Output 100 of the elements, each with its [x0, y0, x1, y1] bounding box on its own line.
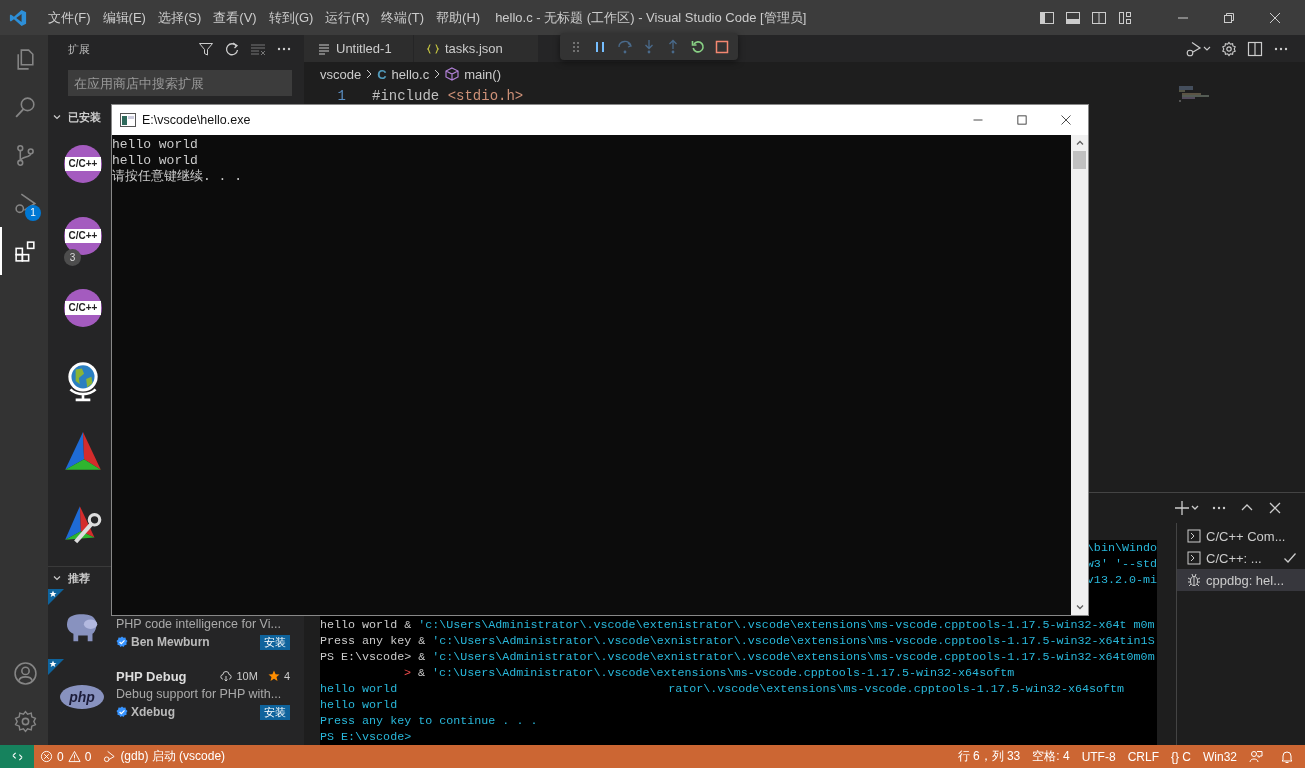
install-button[interactable]: 安装	[260, 634, 290, 650]
restart-icon[interactable]	[689, 38, 706, 55]
sidebar-title: 扩展	[68, 41, 90, 57]
customize-layout-icon[interactable]	[1117, 9, 1133, 26]
terminal-line: hello world	[320, 697, 398, 713]
scrollbar[interactable]	[1071, 135, 1088, 615]
scroll-down-icon[interactable]	[1074, 602, 1085, 612]
download-cloud-icon	[220, 670, 233, 682]
download-count: 10M	[236, 670, 258, 682]
menu-item[interactable]: 终端(T)	[375, 8, 431, 27]
line-number: 1	[336, 87, 346, 104]
close-icon[interactable]	[1267, 500, 1283, 516]
debug-icon	[103, 750, 117, 763]
toggle-sidebar-icon[interactable]	[1039, 9, 1055, 26]
count-badge: 1	[25, 205, 41, 221]
menu-item[interactable]: 转到(G)	[262, 8, 320, 27]
breadcrumb-item[interactable]: vscode	[320, 66, 362, 82]
terminal-tab[interactable]: C/C++ Com...	[1177, 525, 1305, 547]
line-ending-status[interactable]: CRLF	[1121, 749, 1165, 764]
scroll-up-icon[interactable]	[1074, 138, 1085, 148]
indentation-status[interactable]: 空格: 4	[1026, 748, 1076, 765]
debug-config-status[interactable]: (gdb) 启动 (vscode)	[97, 748, 232, 765]
tab-label: tasks.json	[445, 41, 503, 56]
php-logo: php	[60, 685, 104, 709]
settings-icon[interactable]	[1221, 40, 1237, 57]
terminal-icon	[1187, 551, 1201, 565]
cpp-logo: C/C++	[64, 145, 102, 183]
window-title: hello.c - 无标题 (工作区) - Visual Studio Code [管理员]	[495, 8, 807, 27]
breadcrumb-item[interactable]: main()	[464, 66, 501, 82]
star-icon	[267, 670, 280, 682]
breadcrumb-item[interactable]: hello.c	[391, 66, 430, 82]
console-title: E:\vscode\hello.exe	[142, 113, 251, 127]
cpp-logo: C/C++	[64, 289, 102, 327]
new-terminal-dropdown-icon[interactable]	[1175, 500, 1199, 516]
recommended-corner-icon	[48, 589, 64, 605]
remote-button[interactable]	[0, 745, 34, 768]
terminal-tab[interactable]: C/C++: ...	[1177, 547, 1305, 569]
extensions-icon	[12, 238, 38, 264]
menu-item[interactable]: 运行(R)	[319, 8, 376, 27]
chevron-right-icon	[365, 69, 374, 79]
encoding-status[interactable]: UTF-8	[1075, 749, 1122, 764]
menu-item[interactable]: 查看(V)	[207, 8, 263, 27]
bug-icon	[1187, 573, 1201, 587]
refresh-icon[interactable]	[224, 41, 240, 57]
publisher-name: Ben Mewburn	[131, 635, 210, 649]
terminal-line: hello world & 'c:\Users\Administrator\.vscode\extenistrator\.vscode\extensions\ms-vscode.cpptools-1.17.5-win32-x64t m0m	[320, 617, 1155, 633]
vscode-logo-icon	[9, 8, 27, 27]
menu-item[interactable]: 编辑(E)	[96, 8, 152, 27]
section-title[interactable]: 推荐	[68, 570, 90, 586]
stop-icon[interactable]	[713, 38, 730, 55]
toggle-secondary-sidebar-icon[interactable]	[1091, 9, 1107, 26]
extension-description: Debug support for PHP with...	[116, 686, 283, 703]
run-debug-dropdown-icon[interactable]	[1185, 40, 1211, 57]
text-file-icon	[318, 42, 330, 55]
platform-status[interactable]: Win32	[1197, 749, 1243, 764]
code-line: #include <stdio.h>	[372, 87, 524, 104]
console-line: 请按任意键继续. . .	[112, 169, 242, 185]
editor-tab[interactable]: Untitled-1	[304, 35, 414, 62]
feedback-icon[interactable]	[1249, 749, 1263, 764]
editor-tab[interactable]: tasks.json	[414, 35, 539, 62]
chevron-icon[interactable]	[52, 112, 62, 122]
problems-status[interactable]: 0 0	[34, 749, 98, 764]
publisher-name: Xdebug	[131, 705, 175, 719]
braces-icon	[427, 42, 439, 55]
section-title[interactable]: 已安装	[68, 109, 101, 125]
terminal-tab[interactable]: cppdbg: hel...	[1177, 569, 1305, 591]
account-icon[interactable]	[12, 660, 38, 686]
notification-bell-icon[interactable]	[1280, 749, 1294, 764]
remote-icon	[10, 750, 24, 763]
install-button[interactable]: 安装	[260, 704, 290, 720]
console-line: hello world	[112, 137, 198, 153]
search-field[interactable]: 在应用商店中搜索扩展	[68, 70, 292, 96]
count-badge: 3	[64, 249, 81, 266]
scroll-thumb[interactable]	[1073, 151, 1086, 169]
menu-item[interactable]: 文件(F)	[42, 8, 97, 27]
activity-item[interactable]: 1	[0, 179, 48, 227]
chevron-icon[interactable]	[52, 573, 62, 583]
extension-description: PHP code intelligence for Vi...	[116, 616, 282, 633]
language-status[interactable]: {} C	[1164, 749, 1197, 764]
menu-item[interactable]: 选择(S)	[151, 8, 208, 27]
error-icon	[40, 750, 53, 763]
clear-icon[interactable]	[250, 41, 266, 57]
split-editor-icon[interactable]	[1247, 40, 1263, 57]
close-icon[interactable]	[1060, 114, 1072, 126]
recommended-corner-icon	[48, 659, 64, 675]
console-app-icon	[120, 113, 136, 127]
menu-item[interactable]: 帮助(H)	[430, 8, 487, 27]
terminal-line: \bin\Windo	[1086, 540, 1157, 556]
warning-icon	[67, 750, 81, 763]
filter-icon[interactable]	[198, 41, 214, 57]
tab-label: Untitled-1	[336, 41, 392, 56]
terminal-line: > & 'c:\Users\Administrator\.vscode\extensions\ms-vscode.cpptools-1.17.5-win32-x64softm	[403, 665, 1015, 681]
rating: 4	[283, 670, 290, 682]
toggle-panel-icon[interactable]	[1065, 9, 1081, 26]
cursor-position[interactable]: 行 6，列 33	[951, 748, 1027, 765]
maximize-icon[interactable]	[1016, 114, 1028, 126]
terminal-line: v13.2.0-mi	[1086, 572, 1157, 588]
terminal-line: hello world rator\.vscode\extensions\ms-vscode.cpptools-1.17.5-win32-x64softm	[320, 681, 1125, 697]
terminal-icon	[1187, 529, 1201, 543]
console-line: hello world	[112, 153, 198, 169]
